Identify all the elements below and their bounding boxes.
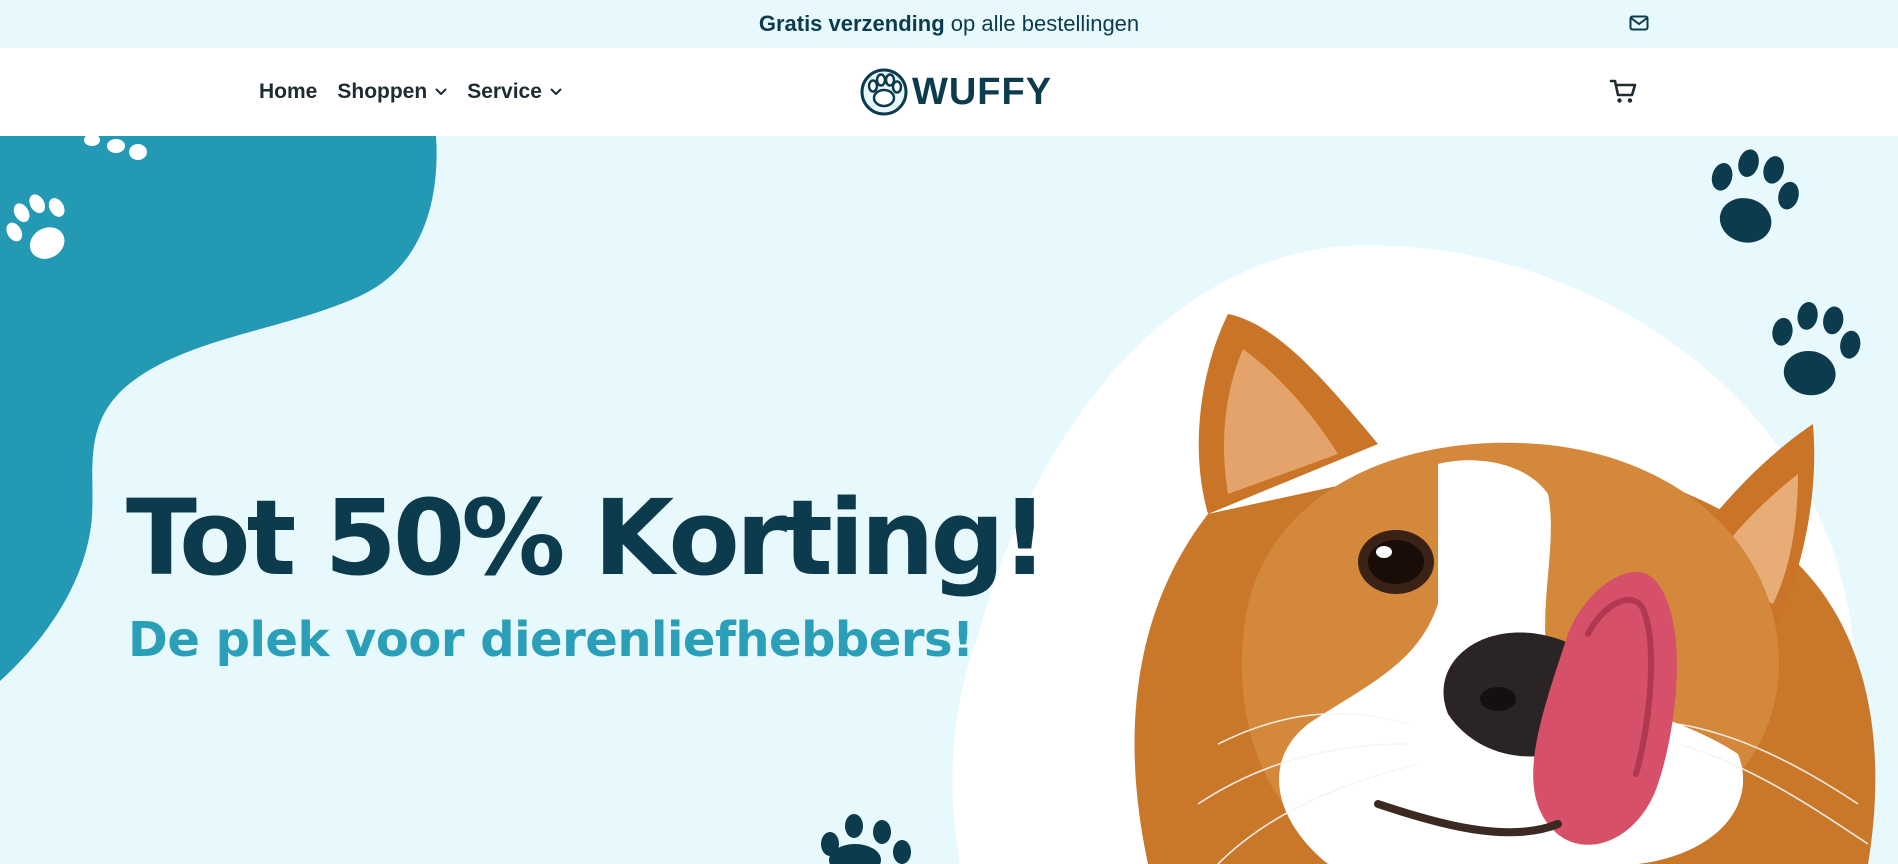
paw-icon bbox=[860, 68, 908, 116]
hero-title: Tot 50% Korting! bbox=[126, 477, 1048, 599]
announcement-text: Gratis verzending op alle bestellingen bbox=[0, 0, 1898, 48]
paw-print-icon bbox=[84, 136, 147, 160]
nav-item-label: Service bbox=[467, 80, 542, 103]
chevron-down-icon bbox=[435, 88, 447, 96]
announcement-rest: op alle bestellingen bbox=[944, 11, 1140, 36]
cart-icon bbox=[1609, 79, 1637, 103]
mail-button[interactable] bbox=[1626, 12, 1652, 34]
hero-subtitle: De plek voor dierenliefhebbers! bbox=[128, 612, 974, 668]
site-header: Home Shoppen Service WUFFY bbox=[0, 48, 1898, 136]
nav-item-service[interactable]: Service bbox=[467, 80, 562, 104]
announcement-bar: Gratis verzending op alle bestellingen bbox=[0, 0, 1898, 48]
announcement-bold: Gratis verzending bbox=[758, 11, 945, 36]
paw-print-icon bbox=[6, 194, 65, 259]
mail-icon bbox=[1629, 15, 1649, 31]
nav-item-label: Shoppen bbox=[337, 80, 428, 103]
nav-item-label: Home bbox=[259, 80, 318, 103]
chevron-down-icon bbox=[550, 88, 562, 96]
hero-banner: Tot 50% Korting! De plek voor dierenlief… bbox=[0, 136, 1898, 864]
hero-dog-image bbox=[1134, 314, 1876, 864]
paw-print-icon bbox=[821, 814, 911, 864]
main-nav: Home Shoppen Service bbox=[259, 48, 562, 136]
cart-button[interactable] bbox=[1608, 76, 1640, 108]
nav-item-home[interactable]: Home bbox=[259, 80, 317, 104]
nav-item-shoppen[interactable]: Shoppen bbox=[337, 80, 447, 104]
logo-text: WUFFY bbox=[912, 70, 1053, 113]
site-logo[interactable]: WUFFY bbox=[860, 66, 1052, 118]
